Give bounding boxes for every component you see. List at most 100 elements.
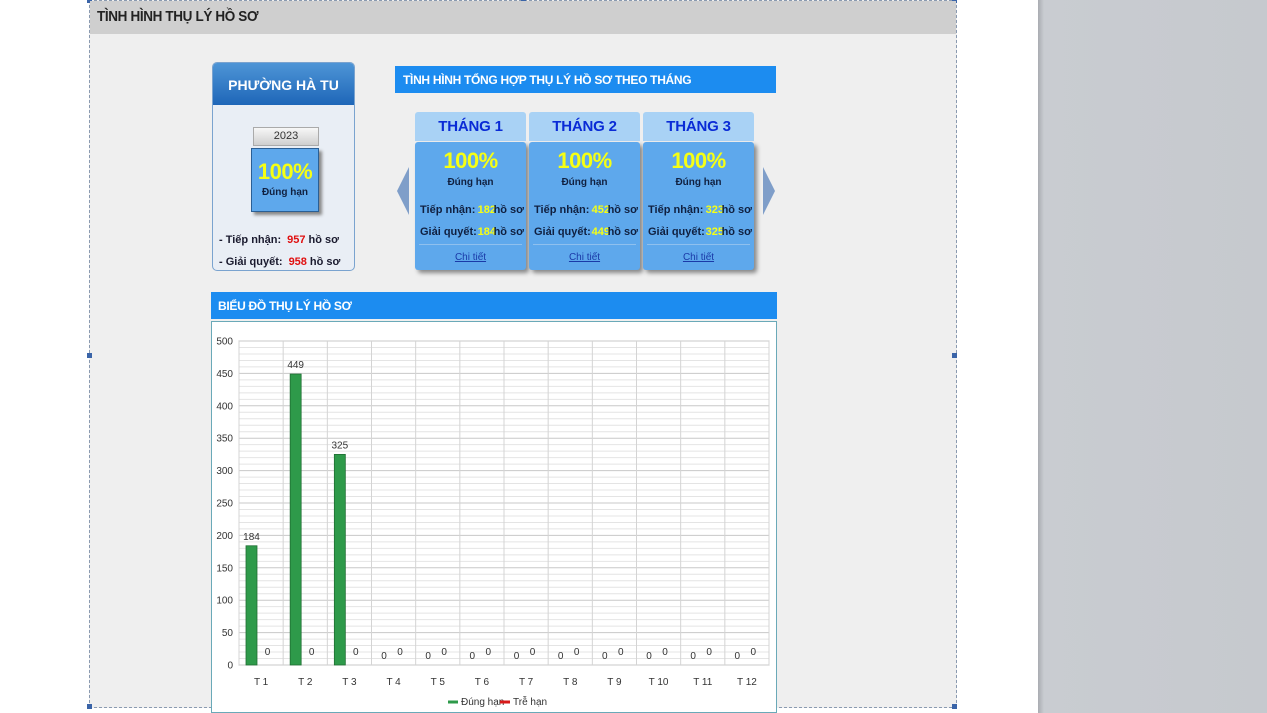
y-tick-label: 100 [216, 596, 233, 607]
x-tick-label: T 10 [649, 677, 669, 688]
bar-dung-han [333, 453, 346, 666]
month-tab: THÁNG 3 [643, 112, 754, 141]
x-tick-label: T 11 [693, 677, 713, 688]
ward-received-line: - Tiếp nhận: 957 hồ sơ [219, 234, 339, 246]
data-label: 0 [353, 647, 359, 658]
x-tick-label: T 3 [342, 677, 357, 688]
x-tick-label: T 1 [254, 677, 269, 688]
ward-received-unit: hồ sơ [308, 234, 339, 246]
month-card: 100% Đúng hạn Tiếp nhận: 323 hồ sơ Giải … [643, 142, 754, 270]
y-tick-label: 400 [216, 401, 233, 412]
data-label: 184 [243, 532, 260, 543]
month-percent: 100% [671, 148, 726, 173]
ward-resolved-line: - Giải quyết: 958 hồ sơ [219, 256, 340, 268]
data-label: 0 [530, 647, 536, 658]
data-label: 0 [751, 647, 757, 658]
window-gutter [1038, 0, 1267, 713]
legend-label: Trễ hạn [513, 695, 547, 708]
x-tick-label: T 7 [519, 677, 534, 688]
month-card: 100% Đúng hạn Tiếp nhận: 452 hồ sơ Giải … [529, 142, 640, 270]
chart-header: BIỂU ĐỒ THỤ LÝ HỒ SƠ [211, 292, 777, 319]
y-tick-label: 200 [216, 531, 233, 542]
data-label: 0 [735, 651, 741, 662]
next-arrow-icon[interactable] [763, 167, 775, 215]
divider [419, 244, 522, 245]
month-tab: THÁNG 1 [415, 112, 526, 141]
y-tick-label: 500 [216, 337, 233, 348]
divider [533, 244, 636, 245]
ward-received-label: - Tiếp nhận: [219, 234, 282, 246]
month-tab: THÁNG 2 [529, 112, 640, 141]
data-label: 0 [690, 651, 696, 662]
data-label: 0 [265, 647, 271, 658]
data-label: 0 [662, 647, 668, 658]
details-link[interactable]: Chi tiết [643, 252, 754, 263]
chart-panel: 0 50 100 150 200 250 300 350 400 450 500 184 0 T 1 449… [211, 321, 777, 713]
y-tick-label: 50 [222, 628, 234, 639]
y-tick-label: 0 [227, 661, 233, 672]
data-label: 0 [309, 647, 315, 658]
ward-received-value: 957 [287, 234, 306, 246]
month-received-unit: hồ sơ [721, 204, 752, 216]
data-label: 0 [574, 647, 580, 658]
x-tick-label: T 6 [475, 677, 490, 688]
data-label: 0 [425, 651, 431, 662]
title-bar: TÌNH HÌNH THỤ LÝ HỒ SƠ [90, 1, 956, 34]
divider [647, 244, 750, 245]
y-tick-label: 300 [216, 466, 233, 477]
resize-handle[interactable] [87, 704, 92, 709]
month-name: THÁNG 1 [438, 118, 503, 135]
x-tick-label: T 9 [607, 677, 622, 688]
ward-name: PHƯỜNG HÀ TU [228, 77, 339, 93]
month-percent: 100% [557, 148, 612, 173]
data-label: 0 [602, 651, 608, 662]
month-status: Đúng hạn [561, 177, 608, 188]
bar-chart: 0 50 100 150 200 250 300 350 400 450 500 184 0 T 1 449… [216, 337, 770, 710]
data-label: 0 [706, 647, 712, 658]
x-tick-label: T 5 [431, 677, 446, 688]
data-label: 0 [514, 651, 520, 662]
y-tick-label: 250 [216, 499, 233, 510]
year-status: Đúng hạn [261, 187, 309, 198]
month-received-label: Tiếp nhận: [534, 204, 590, 216]
x-tick-label: T 2 [298, 677, 313, 688]
year-percent: 100% [257, 159, 313, 184]
y-tick-label: 450 [216, 369, 233, 380]
y-tick-label: 350 [216, 434, 233, 445]
month-status: Đúng hạn [675, 177, 722, 188]
bar-dung-han [289, 373, 302, 666]
y-tick-label: 150 [216, 563, 233, 574]
data-label: 0 [397, 647, 403, 658]
data-label: 0 [470, 651, 476, 662]
ward-summary-card: PHƯỜNG HÀ TU 2023 100% Đúng hạn - Tiếp n… [212, 62, 355, 271]
resize-handle[interactable] [87, 353, 92, 358]
details-link[interactable]: Chi tiết [529, 252, 640, 263]
x-tick-label: T 4 [386, 677, 401, 688]
month-percent: 100% [443, 148, 498, 173]
month-resolved-unit: hồ sơ [493, 226, 524, 238]
details-link[interactable]: Chi tiết [415, 252, 526, 263]
month-resolved-label: Giải quyết: [534, 226, 591, 238]
year-percent-box: 100% Đúng hạn [251, 148, 319, 212]
resize-handle[interactable] [952, 704, 957, 709]
x-tick-label: T 8 [563, 677, 578, 688]
year-tab[interactable]: 2023 [253, 127, 319, 146]
bar-dung-han [245, 545, 258, 666]
resize-handle[interactable] [952, 353, 957, 358]
ward-resolved-value: 958 [288, 256, 307, 268]
previous-arrow-icon[interactable] [397, 167, 409, 215]
month-resolved-unit: hồ sơ [721, 226, 752, 238]
data-label: 0 [486, 647, 492, 658]
month-name: THÁNG 3 [666, 118, 731, 135]
data-label: 325 [331, 440, 348, 451]
data-label: 449 [287, 360, 304, 371]
month-resolved-label: Giải quyết: [420, 226, 477, 238]
chart-title: BIỂU ĐỒ THỤ LÝ HỒ SƠ [218, 299, 352, 313]
data-label: 0 [618, 647, 624, 658]
month-received-unit: hồ sơ [607, 204, 638, 216]
month-status: Đúng hạn [447, 177, 494, 188]
month-resolved-label: Giải quyết: [648, 226, 705, 238]
month-received-label: Tiếp nhận: [420, 204, 476, 216]
page-title: TÌNH HÌNH THỤ LÝ HỒ SƠ [97, 8, 259, 25]
month-card: 100% Đúng hạn Tiếp nhận: 182 hồ sơ Giải … [415, 142, 526, 270]
